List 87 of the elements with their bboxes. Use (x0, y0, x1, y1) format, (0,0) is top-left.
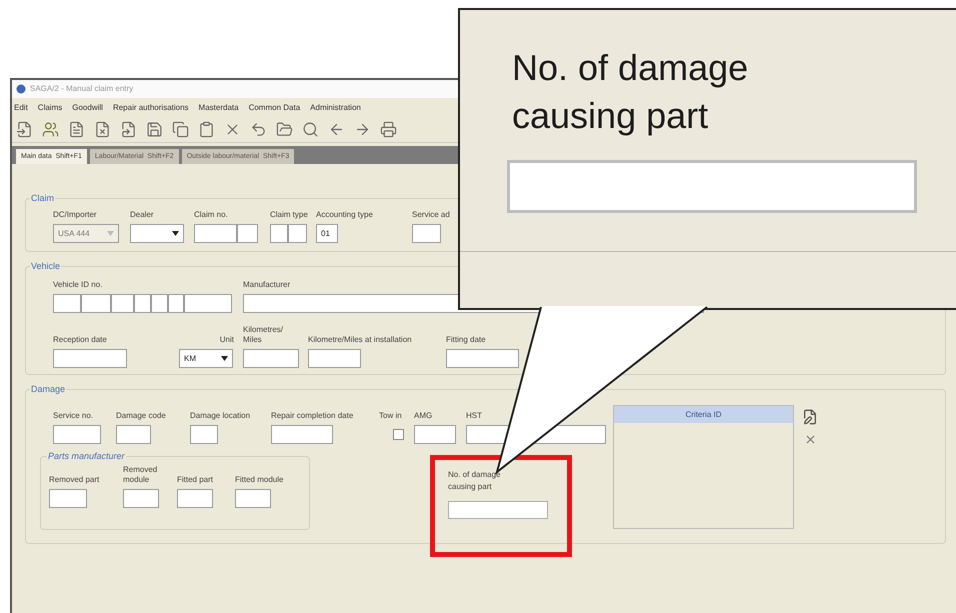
input-field[interactable] (151, 294, 168, 313)
close-icon[interactable] (804, 433, 816, 446)
field-label: No. of damage causing part (448, 469, 502, 493)
input-field[interactable] (237, 224, 258, 243)
menu-item[interactable]: Common Data (248, 102, 300, 114)
field-label: Fitted part (177, 475, 214, 485)
field-label: Dealer (130, 210, 155, 220)
menu-item[interactable]: Claims (38, 102, 62, 114)
dropdown[interactable]: KM (179, 349, 233, 368)
document-edit-icon[interactable] (802, 409, 818, 425)
input-field[interactable] (49, 489, 87, 508)
search-icon[interactable] (302, 121, 319, 138)
file-link-icon[interactable] (120, 121, 137, 138)
input-field[interactable] (288, 224, 307, 243)
input-field[interactable] (111, 294, 134, 313)
field-label: Fitting date (446, 335, 487, 345)
field-label: No. of damage causing part (512, 46, 750, 138)
input-field[interactable] (53, 425, 101, 444)
group-title: Damage (30, 384, 66, 395)
input-field[interactable] (184, 294, 232, 313)
undo-icon[interactable] (250, 121, 267, 138)
group-title: Vehicle (30, 261, 62, 272)
input-field[interactable] (177, 489, 213, 508)
field-label: Fitted module (235, 475, 284, 485)
field-label: Tow in (379, 411, 403, 421)
input-field[interactable] (168, 294, 184, 313)
input-field[interactable] (507, 160, 917, 213)
caret-icon (221, 356, 228, 361)
input-field[interactable] (134, 294, 151, 313)
field-label: Manufacturer (243, 280, 292, 290)
group-title: Claim (30, 193, 56, 204)
checkbox[interactable] (393, 429, 404, 440)
field-label: Service ad (412, 210, 451, 220)
field-label: Kilometres/ Miles (243, 325, 284, 345)
menu-item[interactable]: Edit (14, 102, 28, 114)
input-field[interactable] (414, 425, 456, 444)
input-field[interactable] (190, 425, 218, 444)
input-field[interactable] (81, 294, 111, 313)
field-label: Unit (218, 335, 234, 345)
window-title: SAGA/2 - Manual claim entry (30, 83, 134, 95)
column-header: Criteria ID (614, 406, 793, 423)
input-field[interactable] (194, 224, 237, 243)
field-label: Service no. (53, 411, 94, 421)
field-label: Vehicle ID no. (53, 280, 104, 290)
input-field[interactable] (271, 425, 333, 444)
field-label: Kilometre/Miles at installation (308, 335, 413, 345)
input-field[interactable] (243, 349, 299, 368)
field-label: AMG (414, 411, 434, 421)
field-label: Repair completion date (271, 411, 354, 421)
dropdown[interactable] (130, 224, 184, 243)
field-label: Removed module (123, 465, 158, 485)
field-label: DC/Importer (53, 210, 98, 220)
app-icon (16, 84, 26, 94)
menu-item[interactable]: Masterdata (198, 102, 239, 114)
input-field[interactable] (308, 349, 361, 368)
field-label: HST (466, 411, 483, 421)
menu-item[interactable]: Repair authorisations (112, 102, 189, 114)
field-label: Accounting type (316, 210, 374, 220)
copy-icon[interactable] (172, 121, 189, 138)
input-field[interactable] (53, 349, 127, 368)
input-field[interactable] (116, 425, 151, 444)
input-field[interactable] (53, 294, 81, 313)
file-arrow-icon[interactable] (16, 121, 33, 138)
menu-item[interactable]: Goodwill (72, 102, 103, 114)
clipboard-icon[interactable] (198, 121, 215, 138)
field-label: Damage code (116, 411, 167, 421)
input-field[interactable] (446, 349, 519, 368)
input-field[interactable] (123, 489, 159, 508)
field-label: Claim no. (194, 210, 229, 220)
folder-icon[interactable] (276, 121, 293, 138)
field-label: Reception date (53, 335, 108, 345)
caret-icon (107, 231, 114, 236)
group-title: Parts manufacturer (47, 451, 126, 462)
printer-icon[interactable] (380, 121, 397, 138)
input-field[interactable] (235, 489, 271, 508)
input-field[interactable]: 01 (316, 224, 338, 243)
menu-item[interactable]: Administration (310, 102, 361, 114)
caret-icon (172, 231, 179, 236)
people-icon[interactable] (42, 121, 59, 138)
field-label: Claim type (270, 210, 309, 220)
field-label: Damage location (190, 411, 252, 421)
document-cross-icon[interactable] (94, 121, 111, 138)
document-icon[interactable] (68, 121, 85, 138)
field-label: Removed part (49, 475, 100, 485)
input-field[interactable] (448, 501, 548, 519)
input-field[interactable] (270, 224, 288, 243)
input-field[interactable] (412, 224, 441, 243)
